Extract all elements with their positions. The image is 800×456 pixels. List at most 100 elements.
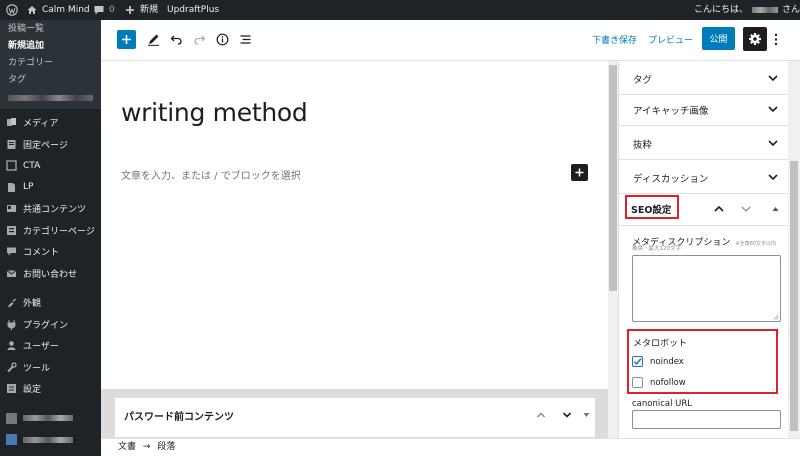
site-name-link[interactable]: Calm Mind <box>26 0 90 20</box>
redo-button[interactable] <box>190 30 209 49</box>
page-icon <box>7 139 16 149</box>
submenu-blurred-item[interactable] <box>8 95 93 101</box>
submenu-all-posts[interactable]: 投稿一覧 <box>0 21 101 38</box>
move-up-icon[interactable] <box>713 203 725 215</box>
sidebar-item-pages[interactable]: 固定ページ <box>0 134 101 156</box>
settings-toggle-button[interactable] <box>743 27 767 51</box>
nofollow-label: nofollow <box>650 377 686 388</box>
comment-icon <box>7 247 16 256</box>
chevron-down-icon <box>768 75 778 82</box>
noindex-checkbox[interactable] <box>632 356 643 367</box>
move-down-icon[interactable] <box>562 410 572 420</box>
user-icon <box>7 341 16 351</box>
panel-excerpt[interactable]: 抜粋 <box>619 126 788 160</box>
resize-handle-icon[interactable] <box>773 314 779 320</box>
submenu-categories[interactable]: カテゴリー <box>0 55 101 72</box>
panel-discussion[interactable]: ディスカッション <box>619 160 788 194</box>
appearance-icon <box>8 298 16 308</box>
settings-scrollbar[interactable] <box>788 61 800 438</box>
submenu-add-new[interactable]: 新規追加 <box>0 38 101 55</box>
cta-icon <box>6 160 17 171</box>
sidebar-item-cta[interactable]: CTA <box>0 155 101 177</box>
scrollbar-thumb[interactable] <box>609 65 617 291</box>
noindex-option[interactable]: noindex <box>632 356 684 367</box>
canvas-scrollbar[interactable] <box>608 61 618 438</box>
sidebar-item-blurred-1[interactable] <box>0 408 101 430</box>
sidebar-item-plugins[interactable]: プラグイン <box>0 314 101 336</box>
metabox-title: パスワード前コンテンツ <box>124 412 234 423</box>
canonical-url-label: canonical URL <box>632 399 693 409</box>
post-title[interactable]: writing method <box>121 98 308 127</box>
scrollbar-thumb[interactable] <box>790 161 798 431</box>
greeting-text: こんにちは、 <box>694 5 749 15</box>
preview-button[interactable]: プレビュー <box>648 33 693 46</box>
admin-sidebar: 投稿一覧 新規追加 カテゴリー タグ メディア 固定ページ CTA LP 共通コ… <box>0 20 101 456</box>
undo-button[interactable] <box>167 30 186 49</box>
comments-link[interactable]: 0 <box>93 0 115 20</box>
move-down-icon[interactable] <box>740 203 752 215</box>
user-account-menu[interactable]: こんにちは、 さん <box>694 0 800 20</box>
more-vertical-icon <box>774 33 778 46</box>
comments-count: 0 <box>109 5 115 15</box>
move-up-icon[interactable] <box>536 410 546 420</box>
panel-title: タグ <box>633 75 653 86</box>
plugin-icon <box>7 319 16 330</box>
meta-robots-label: メタロボット <box>633 339 688 349</box>
block-inserter-button[interactable] <box>117 30 136 49</box>
metabox-area: パスワード前コンテンツ <box>101 389 608 438</box>
plus-icon <box>575 168 584 177</box>
sidebar-item-blurred-2[interactable] <box>0 429 101 451</box>
sidebar-item-appearance[interactable]: 外観 <box>0 292 101 314</box>
seo-panel-title: SEO設定 <box>631 205 672 216</box>
breadcrumb-current[interactable]: 段落 <box>157 442 175 452</box>
sidebar-item-label: LP <box>23 182 34 193</box>
sidebar-item-common-content[interactable]: 共通コンテンツ <box>0 198 101 220</box>
gear-icon <box>749 33 761 45</box>
breadcrumb-root[interactable]: 文書 <box>118 442 136 452</box>
panel-tags[interactable]: タグ <box>619 61 788 95</box>
list-view-button[interactable] <box>236 30 255 49</box>
sidebar-item-users[interactable]: ユーザー <box>0 335 101 357</box>
panel-featured-image[interactable]: アイキャッチ画像 <box>619 92 788 126</box>
plus-icon <box>126 6 134 14</box>
lp-icon <box>8 182 15 192</box>
sidebar-item-contact[interactable]: お問い合わせ <box>0 263 101 285</box>
wordpress-logo-icon[interactable] <box>6 0 18 20</box>
plus-icon <box>122 35 131 44</box>
nofollow-checkbox[interactable] <box>632 377 643 388</box>
blurred-label <box>23 436 73 443</box>
plugin-label: UpdraftPlus <box>167 5 220 15</box>
sidebar-item-label: 設定 <box>23 385 42 396</box>
sidebar-item-category-pages[interactable]: カテゴリーページ <box>0 220 101 242</box>
details-button[interactable] <box>213 30 232 49</box>
toggle-panel-icon[interactable] <box>772 206 779 212</box>
sidebar-item-label: メディア <box>23 119 59 130</box>
home-icon <box>27 6 37 14</box>
updraftplus-link[interactable]: UpdraftPlus <box>167 0 219 20</box>
save-draft-button[interactable]: 下書き保存 <box>592 33 637 46</box>
chevron-down-icon <box>768 106 778 113</box>
sidebar-item-tools[interactable]: ツール <box>0 357 101 379</box>
new-content-link[interactable]: 新規 <box>124 0 158 20</box>
nofollow-option[interactable]: nofollow <box>632 377 686 388</box>
sidebar-item-label: ツール <box>23 363 51 374</box>
sidebar-item-settings[interactable]: 設定 <box>0 378 101 400</box>
toggle-panel-icon[interactable] <box>583 412 590 418</box>
block-placeholder[interactable]: 文章を入力、または / でブロックを選択 <box>121 167 301 182</box>
posts-submenu: 投稿一覧 新規追加 カテゴリー タグ <box>0 20 101 109</box>
panel-title: 抜粋 <box>633 140 653 151</box>
info-icon <box>216 33 229 46</box>
media-icon <box>7 118 16 127</box>
inline-add-block-button[interactable] <box>571 164 588 181</box>
sidebar-item-comments[interactable]: コメント <box>0 241 101 263</box>
more-options-button[interactable] <box>770 30 782 49</box>
submenu-tags[interactable]: タグ <box>0 72 101 89</box>
publish-button[interactable]: 公開 <box>702 27 735 50</box>
sidebar-item-lp[interactable]: LP <box>0 177 101 199</box>
blurred-label <box>23 415 73 422</box>
canonical-url-input[interactable] <box>632 410 781 429</box>
meta-description-textarea[interactable] <box>632 255 781 322</box>
comment-bubble-icon <box>94 6 104 15</box>
sidebar-item-media[interactable]: メディア <box>0 112 101 134</box>
tools-button[interactable] <box>144 30 163 49</box>
